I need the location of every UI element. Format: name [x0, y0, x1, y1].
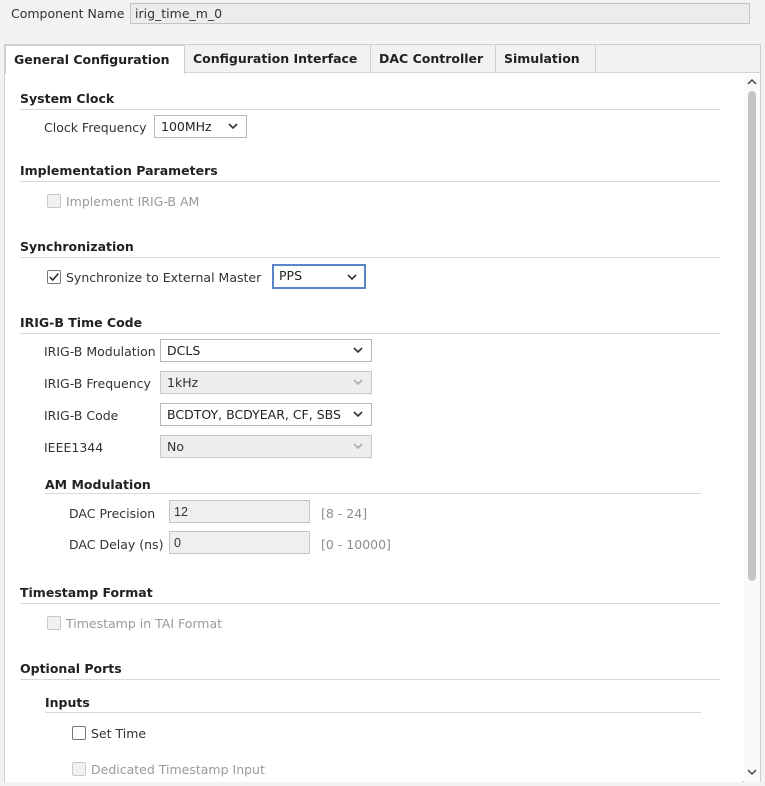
- dedicated-timestamp-label: Dedicated Timestamp Input: [91, 762, 265, 777]
- chevron-down-icon: [353, 347, 363, 354]
- configuration-panel: General Configuration Configuration Inte…: [4, 44, 761, 782]
- sync-external-master-checkbox[interactable]: [47, 270, 61, 284]
- optional-ports-title: Optional Ports: [20, 661, 122, 676]
- clock-frequency-value: 100MHz: [161, 119, 212, 134]
- dedicated-timestamp-checkbox[interactable]: [72, 762, 86, 776]
- sync-source-value: PPS: [279, 268, 303, 283]
- tab-general-configuration[interactable]: General Configuration: [5, 45, 185, 74]
- am-modulation-title: AM Modulation: [45, 477, 151, 492]
- irig-b-time-code-title: IRIG-B Time Code: [20, 315, 143, 330]
- chevron-down-icon: [353, 443, 363, 450]
- irig-b-modulation-value: DCLS: [167, 343, 201, 358]
- irig-b-code-select[interactable]: BCDTOY, BCDYEAR, CF, SBS: [160, 403, 372, 426]
- section-divider: [20, 679, 720, 680]
- irig-b-code-label: IRIG-B Code: [44, 408, 119, 423]
- sync-external-master-label: Synchronize to External Master: [66, 270, 262, 285]
- vertical-scrollbar[interactable]: [744, 74, 760, 782]
- irig-b-frequency-value: 1kHz: [167, 375, 199, 390]
- tai-format-label: Timestamp in TAI Format: [66, 616, 223, 631]
- sync-source-select[interactable]: PPS: [272, 264, 366, 289]
- ieee1344-value: No: [167, 439, 184, 454]
- irig-b-frequency-select[interactable]: 1kHz: [160, 371, 372, 394]
- scrollbar-thumb[interactable]: [748, 91, 756, 581]
- system-clock-title: System Clock: [20, 91, 115, 106]
- dac-delay-label: DAC Delay (ns): [69, 537, 164, 552]
- synchronization-title: Synchronization: [20, 239, 134, 254]
- chevron-down-icon: [347, 274, 357, 281]
- section-divider: [20, 333, 720, 334]
- component-name-bar: Component Name: [0, 0, 765, 28]
- irig-b-modulation-select[interactable]: DCLS: [160, 339, 372, 362]
- irig-b-modulation-label: IRIG-B Modulation: [44, 344, 156, 359]
- section-divider: [20, 181, 720, 182]
- tai-format-checkbox[interactable]: [47, 616, 61, 630]
- implement-irig-am-label: Implement IRIG-B AM: [66, 194, 200, 209]
- irig-b-frequency-label: IRIG-B Frequency: [44, 376, 151, 391]
- chevron-down-icon: [353, 379, 363, 386]
- irig-b-code-value: BCDTOY, BCDYEAR, CF, SBS: [167, 407, 341, 422]
- tab-label: DAC Controller: [379, 51, 484, 66]
- dac-precision-input[interactable]: [169, 500, 310, 523]
- tab-bar: General Configuration Configuration Inte…: [5, 45, 760, 74]
- component-name-input[interactable]: [130, 3, 750, 24]
- tab-label: Simulation: [504, 51, 580, 66]
- set-time-label: Set Time: [91, 726, 147, 741]
- section-divider: [20, 257, 720, 258]
- timestamp-format-title: Timestamp Format: [20, 585, 153, 600]
- inputs-title: Inputs: [45, 695, 90, 710]
- tab-simulation[interactable]: Simulation: [496, 45, 596, 73]
- scroll-down-arrow-icon[interactable]: [746, 766, 758, 778]
- tab-configuration-interface[interactable]: Configuration Interface: [185, 45, 371, 73]
- dac-delay-input[interactable]: [169, 531, 310, 554]
- section-divider: [20, 603, 720, 604]
- component-name-label: Component Name: [11, 6, 125, 21]
- ieee1344-label: IEEE1344: [44, 440, 104, 455]
- implement-irig-am-checkbox[interactable]: [47, 194, 61, 208]
- general-configuration-content: System Clock Clock Frequency 100MHz Impl…: [5, 74, 742, 782]
- dac-delay-range: [0 - 10000]: [321, 537, 391, 552]
- ieee1344-select[interactable]: No: [160, 435, 372, 458]
- check-icon: [49, 273, 59, 282]
- tab-dac-controller[interactable]: DAC Controller: [371, 45, 496, 73]
- tab-label: General Configuration: [14, 52, 170, 67]
- chevron-down-icon: [228, 123, 238, 130]
- implementation-parameters-title: Implementation Parameters: [20, 163, 218, 178]
- section-divider: [45, 712, 701, 713]
- set-time-checkbox[interactable]: [72, 726, 86, 740]
- tab-label: Configuration Interface: [193, 51, 358, 66]
- dac-precision-label: DAC Precision: [69, 506, 156, 521]
- clock-frequency-select[interactable]: 100MHz: [154, 115, 247, 138]
- section-divider: [45, 493, 701, 494]
- scroll-up-arrow-icon[interactable]: [746, 76, 758, 88]
- section-divider: [20, 109, 720, 110]
- clock-frequency-label: Clock Frequency: [44, 120, 147, 135]
- dac-precision-range: [8 - 24]: [321, 506, 368, 521]
- chevron-down-icon: [353, 411, 363, 418]
